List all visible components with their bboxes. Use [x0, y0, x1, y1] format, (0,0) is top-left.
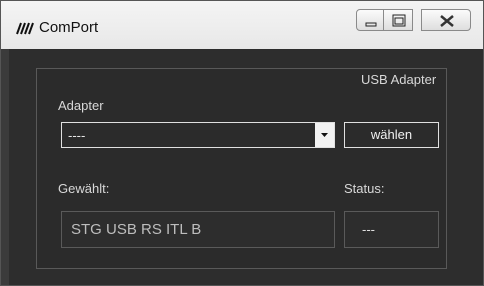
status-field: ---	[344, 211, 439, 248]
maximize-button[interactable]	[383, 9, 413, 31]
window-title: ComPort	[39, 19, 99, 36]
panel-heading: USB Adapter	[361, 72, 437, 87]
adapter-select-value: ----	[68, 128, 86, 143]
close-icon	[440, 15, 454, 27]
status-value: ---	[362, 222, 375, 237]
status-label: Status:	[344, 181, 385, 196]
maximize-icon	[392, 14, 406, 27]
selected-adapter-field: STG USB RS ITL B	[61, 211, 335, 248]
dropdown-arrow-icon[interactable]	[315, 123, 334, 147]
comport-app-icon	[15, 20, 35, 36]
adapter-label: Adapter	[58, 98, 104, 113]
window-frame-left	[1, 49, 9, 285]
close-button[interactable]	[421, 9, 471, 31]
choose-adapter-button[interactable]: wählen	[344, 122, 439, 148]
selected-label: Gewählt:	[58, 181, 110, 196]
comport-window: ComPort USB Adapter Adapter ---- wählen …	[0, 0, 484, 286]
adapter-select[interactable]: ----	[61, 122, 335, 148]
selected-adapter-value: STG USB RS ITL B	[71, 221, 202, 238]
minimize-button[interactable]	[356, 9, 384, 31]
minimize-icon	[365, 22, 377, 27]
title-bar[interactable]: ComPort	[1, 1, 483, 49]
